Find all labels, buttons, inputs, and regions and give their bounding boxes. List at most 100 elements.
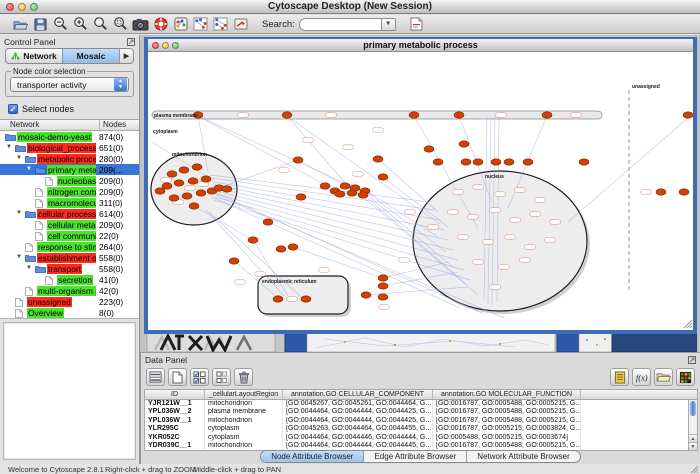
new-attribute-icon[interactable] bbox=[168, 368, 187, 386]
expander-icon[interactable]: ▼ bbox=[16, 254, 22, 260]
tab-node-attribute-browser[interactable]: Node Attribute Browser bbox=[261, 451, 364, 462]
gene-node[interactable] bbox=[523, 159, 533, 165]
gene-node[interactable] bbox=[454, 112, 464, 118]
gene-node[interactable] bbox=[293, 157, 303, 163]
gene-node[interactable] bbox=[296, 194, 306, 200]
gene-node[interactable] bbox=[656, 189, 666, 195]
gene-node[interactable] bbox=[174, 180, 184, 186]
tree-row-nitrogen-compo[interactable]: nitrogen compo209(0) bbox=[0, 186, 139, 197]
tree-row-response-to-stimulu[interactable]: response to stimulu264(0) bbox=[0, 241, 139, 252]
zoom-window-icon[interactable] bbox=[30, 3, 38, 11]
table-row-YKR052C[interactable]: YKR052Ccytoplasm[GO:0044464, GO:0044446,… bbox=[145, 434, 697, 442]
frame-resize-grip[interactable] bbox=[683, 319, 693, 329]
gene-node[interactable] bbox=[361, 292, 371, 298]
gene-node[interactable] bbox=[473, 159, 483, 165]
gene-node[interactable] bbox=[155, 188, 165, 194]
zoom-view-icon[interactable] bbox=[172, 42, 179, 49]
minimize-window-icon[interactable] bbox=[18, 3, 26, 11]
tree-row-establishment-of-lo[interactable]: ▼establishment of lo558(0) bbox=[0, 252, 139, 263]
annotation-icon[interactable] bbox=[408, 16, 425, 32]
delete-attribute-icon[interactable] bbox=[234, 368, 253, 386]
unselect-attributes-icon[interactable] bbox=[212, 368, 231, 386]
gene-node[interactable] bbox=[358, 192, 368, 198]
column-header-2[interactable]: annotation.GO CELLULAR_COMPONENT bbox=[283, 390, 433, 399]
gene-node[interactable] bbox=[347, 190, 357, 196]
gene-node[interactable] bbox=[433, 159, 443, 165]
gene-node[interactable] bbox=[301, 296, 311, 302]
gene-node[interactable] bbox=[189, 203, 199, 209]
gene-node[interactable] bbox=[335, 191, 345, 197]
tree-row-cellular-process[interactable]: ▼cellular process614(0) bbox=[0, 208, 139, 219]
import-attributes-icon[interactable] bbox=[654, 368, 673, 386]
gene-node[interactable] bbox=[222, 186, 232, 192]
apply-layout-icon[interactable] bbox=[192, 16, 209, 32]
tab-mosaic[interactable]: Mosaic bbox=[63, 49, 120, 63]
gene-node[interactable] bbox=[248, 237, 258, 243]
tabs-overflow-arrow-icon[interactable]: ▶ bbox=[120, 49, 133, 63]
tree-row-unassigned[interactable]: unassigned223(0) bbox=[0, 296, 139, 307]
expander-icon[interactable]: ▼ bbox=[16, 155, 22, 161]
gene-node[interactable] bbox=[378, 275, 388, 281]
gene-node[interactable] bbox=[201, 176, 211, 182]
help-icon[interactable] bbox=[152, 16, 169, 32]
edge[interactable] bbox=[209, 212, 302, 298]
snapshot-icon[interactable] bbox=[132, 16, 149, 32]
edge[interactable] bbox=[287, 116, 440, 224]
gene-node[interactable] bbox=[169, 195, 179, 201]
gene-node[interactable] bbox=[288, 244, 298, 250]
gene-node[interactable] bbox=[182, 193, 192, 199]
tree-column-nodes[interactable]: Nodes bbox=[99, 120, 139, 130]
tree-row-transport[interactable]: ▼transport558(0) bbox=[0, 263, 139, 274]
node-color-dropdown[interactable]: transporter activity ▲▼ bbox=[10, 77, 129, 92]
tree-row-mosaic-demo-yeast[interactable]: mosaic-demo-yeast874(0) bbox=[0, 131, 139, 142]
gene-node[interactable] bbox=[459, 141, 469, 147]
gene-node[interactable] bbox=[679, 189, 689, 195]
gene-node[interactable] bbox=[192, 164, 202, 170]
edge[interactable] bbox=[287, 116, 353, 192]
birds-eye-view[interactable] bbox=[3, 322, 136, 460]
search-dropdown-icon[interactable]: ▼ bbox=[381, 18, 396, 31]
gene-node[interactable] bbox=[196, 190, 206, 196]
table-scrollbar[interactable]: ▲ ▼ bbox=[688, 400, 697, 450]
zoom-in-icon[interactable] bbox=[72, 15, 89, 31]
expander-icon[interactable]: ▼ bbox=[26, 166, 32, 172]
scrollbar-thumb[interactable] bbox=[690, 401, 696, 416]
manage-networks-icon[interactable] bbox=[172, 16, 189, 32]
gene-node[interactable] bbox=[273, 296, 283, 302]
gene-node[interactable] bbox=[542, 112, 552, 118]
select-attributes-icon[interactable] bbox=[190, 368, 209, 386]
expander-icon[interactable]: ▼ bbox=[26, 265, 32, 271]
edge[interactable] bbox=[568, 118, 688, 222]
gene-node[interactable] bbox=[378, 174, 388, 180]
gene-node[interactable] bbox=[461, 159, 471, 165]
close-view-icon[interactable] bbox=[152, 42, 159, 49]
network-graph[interactable]: plasma membranecytoplasmmitochondrionnuc… bbox=[148, 52, 693, 329]
tree-row-secretion[interactable]: secretion41(0) bbox=[0, 274, 139, 285]
region-plasma-membrane[interactable] bbox=[152, 111, 602, 119]
edge[interactable] bbox=[215, 185, 444, 230]
select-nodes-checkbox[interactable]: ✓ bbox=[8, 104, 18, 114]
gene-node[interactable] bbox=[340, 183, 350, 189]
scroll-up-icon[interactable]: ▲ bbox=[689, 434, 697, 442]
gene-node[interactable] bbox=[424, 146, 434, 152]
gene-node[interactable] bbox=[683, 112, 693, 118]
gene-node[interactable] bbox=[504, 159, 514, 165]
matrix-view-icon[interactable] bbox=[676, 368, 695, 386]
gene-node[interactable] bbox=[579, 159, 589, 165]
gene-node[interactable] bbox=[491, 159, 501, 165]
gene-node[interactable] bbox=[263, 219, 273, 225]
gene-node[interactable] bbox=[373, 156, 383, 162]
gene-node[interactable] bbox=[167, 171, 177, 177]
open-session-icon[interactable] bbox=[12, 16, 29, 32]
tree-row-nucleobase-[interactable]: nucleobase-209(0) bbox=[0, 175, 139, 186]
tree-row-cell-communicat[interactable]: cell communicat22(0) bbox=[0, 230, 139, 241]
gene-node[interactable] bbox=[162, 183, 172, 189]
gene-node[interactable] bbox=[188, 178, 198, 184]
close-window-icon[interactable] bbox=[6, 3, 14, 11]
apply-layout-alt-icon[interactable] bbox=[212, 16, 229, 32]
zoom-fit-icon[interactable] bbox=[92, 15, 109, 31]
float-data-panel-icon[interactable] bbox=[688, 356, 696, 364]
expander-icon[interactable]: ▼ bbox=[6, 144, 12, 150]
tab-edge-attribute-browser[interactable]: Edge Attribute Browser bbox=[364, 451, 467, 462]
table-row-YPL036W__1[interactable]: YPL036W__1mitochondrion[GO:0044464, GO:0… bbox=[145, 417, 697, 425]
